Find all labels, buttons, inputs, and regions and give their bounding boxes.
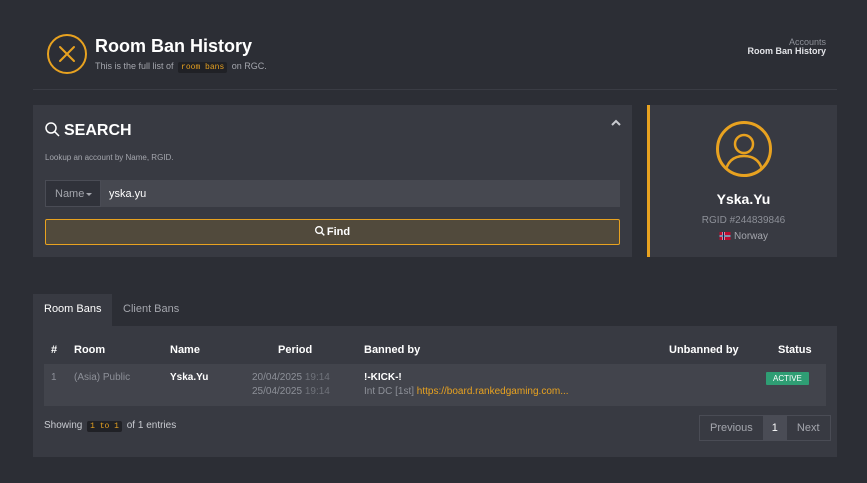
breadcrumb-current: Room Ban History <box>747 46 826 56</box>
page-subtitle: This is the full list of room bans on RG… <box>95 61 267 73</box>
tab-client-bans[interactable]: Client Bans <box>112 294 190 326</box>
pagination: Previous 1 Next <box>699 415 831 441</box>
row-period-end: 25/04/2025 19:14 <box>252 386 330 397</box>
bans-table: # Room Name Period Banned by Unbanned by… <box>33 326 837 457</box>
magnifier-icon <box>45 122 60 137</box>
next-page-button[interactable]: Next <box>787 416 830 440</box>
profile-country: Norway <box>650 231 837 242</box>
ban-circle-icon <box>47 34 87 74</box>
table-row: 1 (Asia) Public Yska.Yu 20/04/2025 19:14… <box>44 364 826 406</box>
tab-room-bans[interactable]: Room Bans <box>33 294 113 326</box>
col-header-period[interactable]: Period <box>278 344 312 356</box>
norway-flag-icon <box>719 232 731 240</box>
row-room: (Asia) Public <box>74 372 131 383</box>
row-period-start: 20/04/2025 19:14 <box>252 372 330 383</box>
search-hint: Lookup an account by Name, RGID. <box>45 153 174 162</box>
status-badge: ACTIVE <box>766 372 809 385</box>
room-bans-code: room bans <box>178 62 228 73</box>
profile-rgid: RGID #244839846 <box>701 215 786 226</box>
col-header-index: # <box>51 344 58 356</box>
search-panel: SEARCH Lookup an account by Name, RGID. … <box>33 105 632 257</box>
profile-card: Yska.Yu RGID #244839846 Norway <box>647 105 837 257</box>
row-index: 1 <box>51 372 57 383</box>
magnifier-icon <box>314 226 325 236</box>
user-silhouette-icon <box>716 121 772 177</box>
row-banned-by[interactable]: !-KICK-! <box>364 372 402 383</box>
page-header: Room Ban History This is the full list o… <box>33 28 837 90</box>
col-header-banned-by[interactable]: Banned by <box>364 344 420 356</box>
col-header-room[interactable]: Room <box>74 344 105 356</box>
profile-name: Yska.Yu <box>716 191 771 207</box>
chevron-up-icon[interactable] <box>610 117 622 129</box>
page-1-button[interactable]: 1 <box>763 416 787 440</box>
find-button[interactable]: Find <box>45 219 620 245</box>
showing-range: 1 to 1 <box>87 421 122 432</box>
page-title: Room Ban History <box>95 36 253 56</box>
col-header-name[interactable]: Name <box>170 344 200 356</box>
search-input[interactable] <box>101 180 620 207</box>
col-header-unbanned-by[interactable]: Unbanned by <box>669 344 739 356</box>
row-reason: Int DC [1st] https://board.rankedgaming.… <box>364 386 569 397</box>
col-header-status[interactable]: Status <box>778 344 812 356</box>
search-field-select[interactable]: Name <box>45 180 101 207</box>
search-heading: SEARCH <box>45 122 132 140</box>
row-name[interactable]: Yska.Yu <box>170 372 208 383</box>
previous-page-button[interactable]: Previous <box>700 416 764 440</box>
showing-entries: Showing 1 to 1 of 1 entries <box>44 420 177 432</box>
row-reason-link[interactable]: https://board.rankedgaming.com... <box>417 386 569 397</box>
